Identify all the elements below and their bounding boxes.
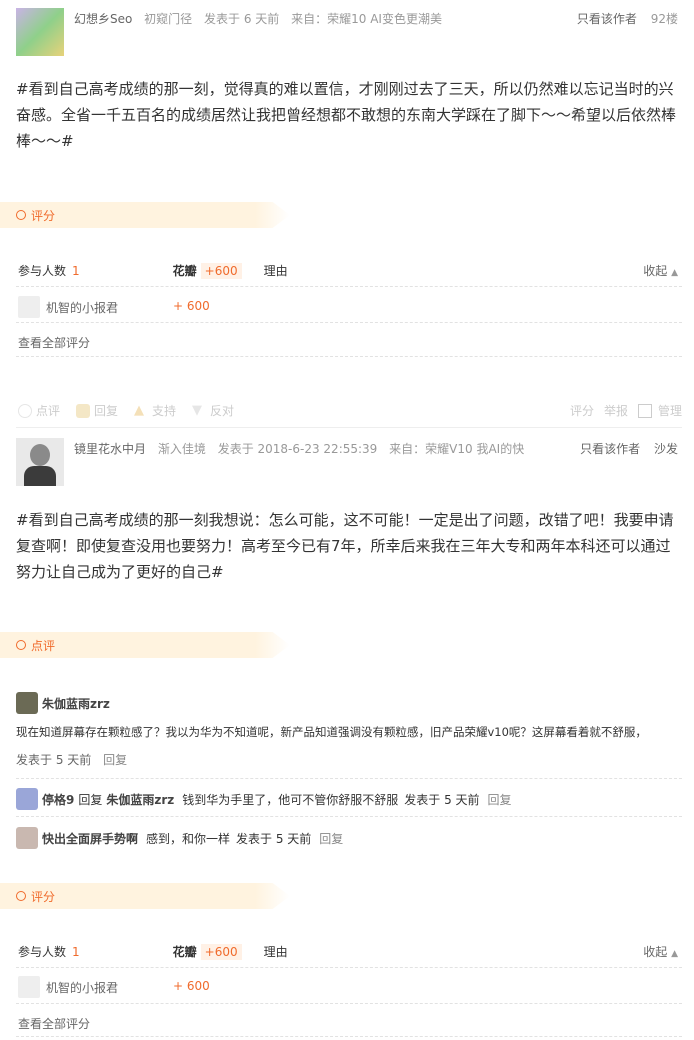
rating2-participants-count: 1 <box>72 944 80 959</box>
rating2-participants-label: 参与人数 <box>18 945 67 959</box>
thumb-up-icon: ▲ <box>134 402 145 418</box>
post2-content: #看到自己高考成绩的那一刻我想说：怎么可能，这不可能！一定是出了问题，改错了吧！… <box>16 511 674 581</box>
post2-only-author-link[interactable]: 只看该作者 <box>580 442 640 456</box>
comment1-author[interactable]: 朱伽蓝雨zrz <box>42 695 110 712</box>
comment1-time: 发表于 5 天前 <box>16 753 92 767</box>
post2-avatar[interactable] <box>16 438 64 486</box>
comment2-text: 钱到华为手里了，他可不管你舒服不舒服 <box>182 792 399 807</box>
post1-only-author-link[interactable]: 只看该作者 <box>577 12 637 26</box>
rating1-rater-value: + 600 <box>173 299 210 313</box>
comment2-reply-link[interactable]: 回复 <box>488 791 512 808</box>
rater-avatar[interactable] <box>18 976 40 998</box>
post1-author[interactable]: 幻想乡Seo <box>74 12 132 26</box>
chevron-up-icon: ▲ <box>671 268 678 278</box>
commenter3-avatar[interactable] <box>16 827 38 849</box>
rating1-collapse-button[interactable]: 收起 ▲ <box>643 262 678 279</box>
comment2-target[interactable]: 朱伽蓝雨zrz <box>106 791 174 808</box>
comment1-text: 现在知道屏幕存在颗粒感了？我以为华为不知道呢，新产品知道强调没有颗粒感，旧产品荣… <box>16 725 647 739</box>
rating2-tag-label: 评分 <box>31 889 56 904</box>
rating1-view-all-link[interactable]: 查看全部评分 <box>18 334 90 351</box>
rating2-view-all-link[interactable]: 查看全部评分 <box>18 1015 90 1032</box>
review-tag: 点评 <box>0 632 290 658</box>
rater-avatar[interactable] <box>18 296 40 318</box>
rating1-participants-label: 参与人数 <box>18 264 67 278</box>
comment-action[interactable]: 点评 <box>18 402 60 419</box>
post1-source[interactable]: 来自：荣耀10 AI变色更潮美 <box>291 12 442 26</box>
rating-circle-icon <box>16 891 26 901</box>
post1-content: #看到自己高考成绩的那一刻，觉得真的难以置信，才刚刚过去了三天，所以仍然难以忘记… <box>16 80 677 150</box>
rating1-tag: 评分 <box>0 202 290 228</box>
rating1-rater-name[interactable]: 机智的小报君 <box>46 299 118 316</box>
post1-avatar[interactable] <box>16 8 64 56</box>
rating1-flower-label: 花瓣 <box>172 264 197 278</box>
manage-action[interactable]: 管理 <box>658 402 682 419</box>
manage-checkbox[interactable] <box>637 403 652 418</box>
rating1-participants-count: 1 <box>72 263 80 278</box>
post2-author[interactable]: 镜里花水中月 <box>74 442 146 456</box>
rating2-collapse-button[interactable]: 收起 ▲ <box>643 943 678 960</box>
comment1-reply-link[interactable]: 回复 <box>103 753 127 767</box>
comment-icon <box>18 403 32 418</box>
reply-icon <box>76 403 91 418</box>
post2-source[interactable]: 来自：荣耀V10 我AI的快 <box>389 442 524 456</box>
rating2-flower-value: +600 <box>200 943 242 960</box>
post2-time: 发表于 2018-6-23 22:55:39 <box>217 442 378 456</box>
rating2-tag: 评分 <box>0 883 290 909</box>
review-tag-label: 点评 <box>31 638 56 653</box>
rate-action[interactable]: 评分 <box>570 402 594 419</box>
post1-floor[interactable]: 92楼 <box>651 12 678 26</box>
comment2-author[interactable]: 停格9 <box>42 791 74 808</box>
comment3-author[interactable]: 快出全面屏手势啊 <box>42 830 138 847</box>
rating1-reason-label: 理由 <box>263 264 288 278</box>
support-action[interactable]: ▲ 支持 <box>134 402 176 419</box>
comment3-text: 感到，和你一样 <box>146 831 231 846</box>
comment2-time: 发表于 5 天前 <box>404 792 480 807</box>
reply-action[interactable]: 回复 <box>76 402 118 419</box>
post2-floor[interactable]: 沙发 <box>654 442 678 456</box>
oppose-action[interactable]: ▼ 反对 <box>192 402 234 419</box>
rating1-tag-label: 评分 <box>31 208 56 223</box>
report-action[interactable]: 举报 <box>604 402 628 419</box>
thumb-down-icon: ▼ <box>192 402 203 418</box>
rating1-flower-value: +600 <box>200 262 242 279</box>
rating-circle-icon <box>16 210 26 220</box>
commenter2-avatar[interactable] <box>16 788 38 810</box>
commenter1-avatar[interactable] <box>16 692 38 714</box>
comment3-time: 发表于 5 天前 <box>236 831 312 846</box>
rating2-rater-name[interactable]: 机智的小报君 <box>46 979 118 996</box>
post1-time: 发表于 6 天前 <box>204 12 280 26</box>
chevron-up-icon: ▲ <box>671 949 678 959</box>
post1-level: 初窥门径 <box>144 12 193 26</box>
rating2-reason-label: 理由 <box>263 945 288 959</box>
rating2-flower-label: 花瓣 <box>172 945 197 959</box>
comment3-reply-link[interactable]: 回复 <box>319 830 343 847</box>
post2-level: 渐入佳境 <box>157 442 206 456</box>
comment2-reply-word: 回复 <box>78 792 103 807</box>
review-circle-icon <box>16 640 26 650</box>
rating2-rater-value: + 600 <box>173 979 210 993</box>
